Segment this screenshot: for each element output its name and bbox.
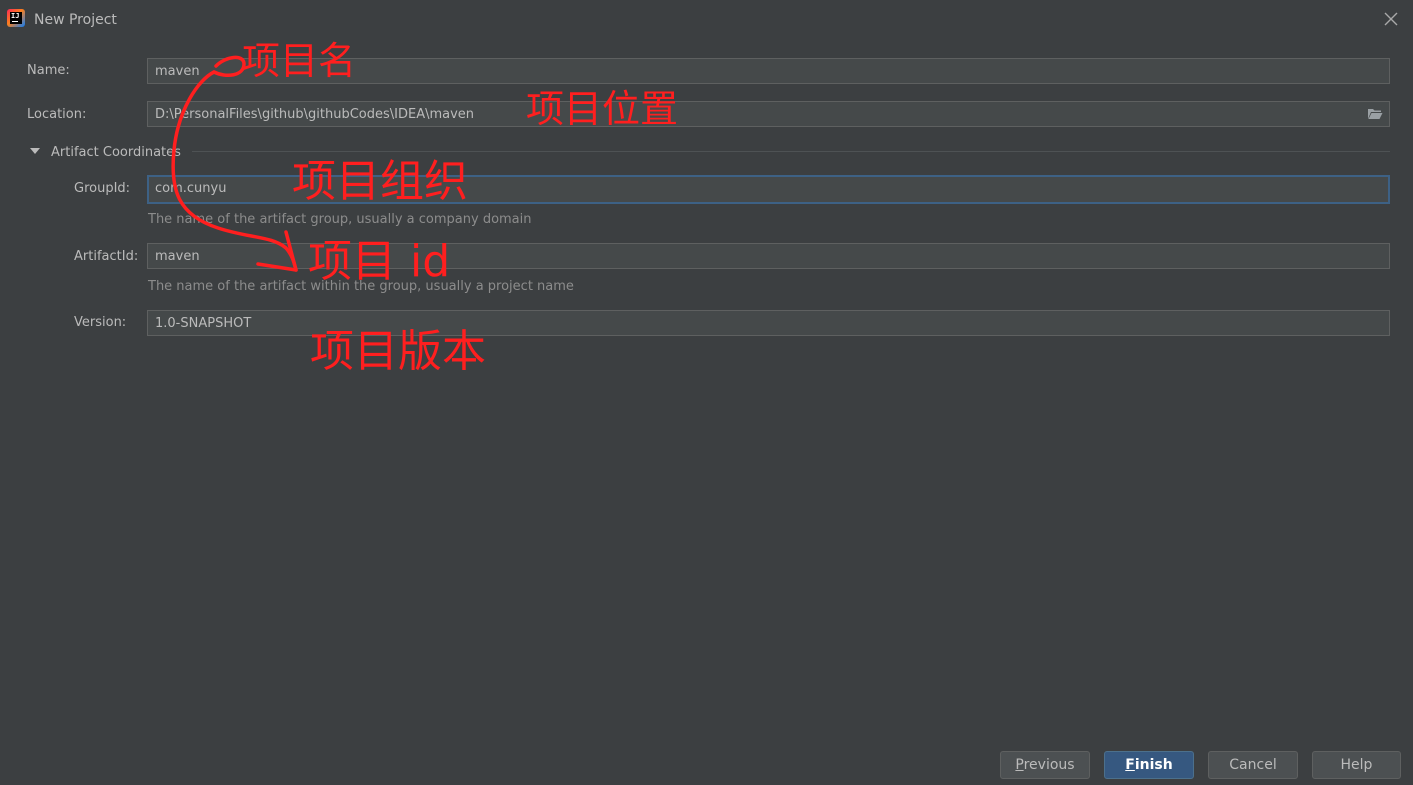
version-label: Version:	[74, 315, 127, 330]
cancel-button[interactable]: Cancel	[1208, 751, 1298, 779]
folder-icon[interactable]	[1367, 108, 1383, 120]
groupid-label: GroupId:	[74, 181, 131, 196]
name-value: maven	[155, 64, 200, 79]
version-value: 1.0-SNAPSHOT	[155, 316, 252, 331]
annotation-project-group: 项目组织	[292, 156, 468, 207]
previous-mnemonic: P	[1015, 757, 1024, 773]
groupid-value: com.cunyu	[155, 181, 227, 196]
finish-mnemonic: F	[1125, 757, 1135, 773]
close-icon[interactable]	[1382, 10, 1400, 28]
groupid-hint: The name of the artifact group, usually …	[148, 212, 532, 227]
artifactid-label: ArtifactId:	[74, 249, 139, 264]
finish-label: inish	[1134, 757, 1173, 773]
annotation-project-id: 项目 id	[308, 236, 451, 287]
finish-button[interactable]: Finish	[1104, 751, 1194, 779]
annotation-project-location: 项目位置	[526, 87, 679, 131]
chevron-down-icon[interactable]	[30, 148, 40, 154]
name-label: Name:	[27, 63, 70, 78]
location-field[interactable]: D:\PersonalFiles\github\githubCodes\IDEA…	[147, 101, 1390, 127]
artifactid-value: maven	[155, 249, 200, 264]
previous-label: revious	[1023, 757, 1075, 773]
annotation-project-version: 项目版本	[310, 326, 486, 377]
intellij-idea-icon: IJ	[7, 9, 25, 27]
location-value: D:\PersonalFiles\github\githubCodes\IDEA…	[155, 107, 475, 122]
section-divider	[192, 151, 1390, 152]
previous-button[interactable]: Previous	[1000, 751, 1090, 779]
section-title: Artifact Coordinates	[51, 145, 181, 160]
help-button[interactable]: Help	[1312, 751, 1401, 779]
window-title: New Project	[34, 12, 117, 28]
title-bar: IJ New Project	[0, 0, 1413, 40]
annotation-project-name: 项目名	[242, 39, 357, 83]
location-label: Location:	[27, 107, 87, 122]
